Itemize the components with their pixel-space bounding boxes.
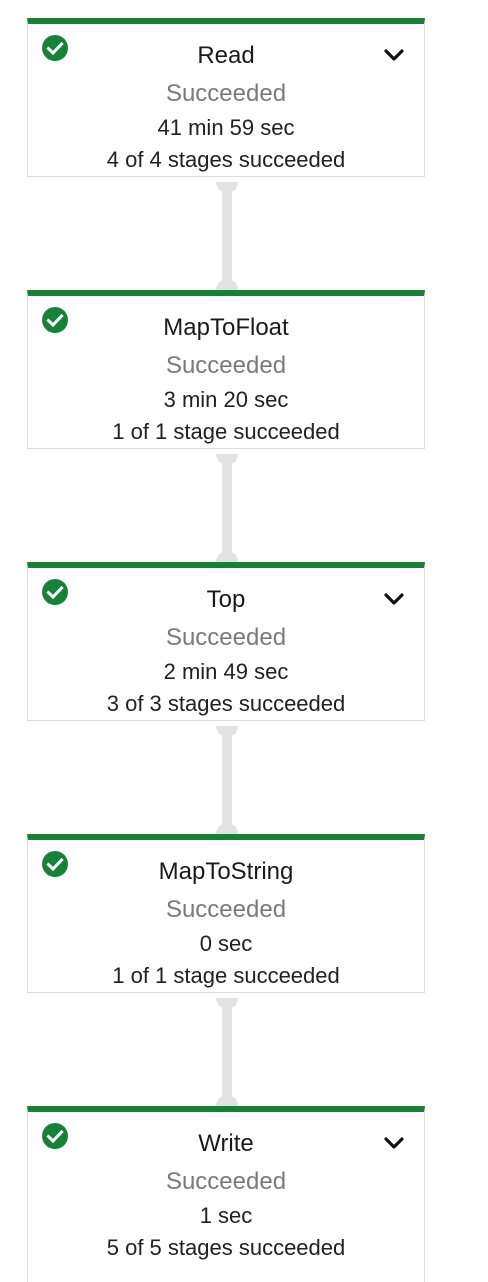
step-status: Succeeded — [165, 896, 287, 923]
input-port — [216, 1095, 238, 1106]
input-port — [216, 823, 238, 834]
step-duration: 41 min 59 sec — [157, 115, 295, 140]
step-name: MapToFloat — [163, 314, 289, 341]
step-name: Top — [206, 586, 246, 613]
step-stages: 4 of 4 stages succeeded — [106, 147, 346, 172]
step-card-top[interactable]: Top Succeeded 2 min 49 sec 3 of 3 stages… — [27, 562, 425, 721]
step-name: Write — [198, 1130, 254, 1157]
step-stages: 1 of 1 stage succeeded — [112, 963, 340, 988]
output-port — [216, 182, 238, 193]
chevron-down-icon[interactable] — [379, 1128, 409, 1158]
step-name: MapToString — [158, 858, 294, 885]
connector-top-maptostring — [222, 726, 232, 834]
input-port — [216, 279, 238, 290]
step-name: Read — [197, 42, 255, 69]
output-port — [216, 726, 238, 737]
output-port — [216, 998, 238, 1009]
connector-maptofloat-top — [222, 454, 232, 562]
step-status: Succeeded — [165, 80, 287, 107]
job-graph: { "steps": [ { "name": "Read", "status":… — [0, 0, 488, 1282]
input-port — [216, 551, 238, 562]
chevron-down-icon[interactable] — [379, 40, 409, 70]
step-status: Succeeded — [165, 352, 287, 379]
chevron-down-icon[interactable] — [379, 584, 409, 614]
step-status: Succeeded — [165, 1168, 287, 1195]
step-duration: 1 sec — [199, 1203, 253, 1228]
step-card-read[interactable]: Read Succeeded 41 min 59 sec 4 of 4 stag… — [27, 18, 425, 177]
step-status: Succeeded — [165, 624, 287, 651]
step-card-maptofloat[interactable]: MapToFloat Succeeded 3 min 20 sec 1 of 1… — [27, 290, 425, 449]
connector-maptostring-write — [222, 998, 232, 1106]
step-duration: 2 min 49 sec — [163, 659, 289, 684]
step-duration: 3 min 20 sec — [163, 387, 289, 412]
step-card-maptostring[interactable]: MapToString Succeeded 0 sec 1 of 1 stage… — [27, 834, 425, 993]
output-port — [216, 454, 238, 465]
step-duration: 0 sec — [199, 931, 253, 956]
step-card-write[interactable]: Write Succeeded 1 sec 5 of 5 stages succ… — [27, 1106, 425, 1282]
step-stages: 3 of 3 stages succeeded — [106, 691, 346, 716]
step-stages: 1 of 1 stage succeeded — [112, 419, 340, 444]
step-stages: 5 of 5 stages succeeded — [106, 1235, 346, 1260]
connector-read-maptofloat — [222, 182, 232, 290]
